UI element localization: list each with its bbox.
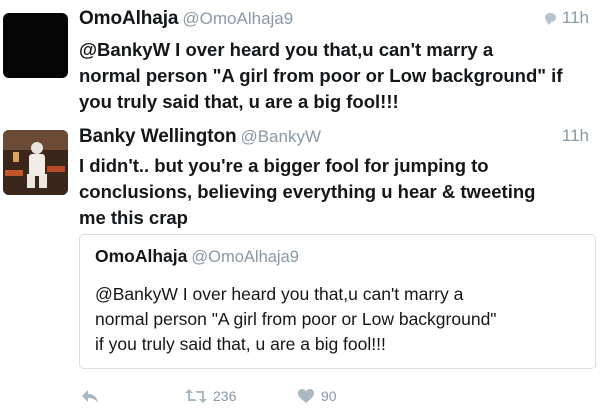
display-name[interactable]: Banky Wellington bbox=[79, 126, 237, 147]
reply-icon bbox=[82, 390, 98, 403]
retweet-count: 236 bbox=[213, 388, 237, 404]
heart-icon bbox=[298, 389, 314, 403]
quoted-display-name: OmoAlhaja bbox=[95, 246, 188, 266]
tweet-bankyw[interactable]: Banky Wellington @BankyW 11h I didn't.. b… bbox=[0, 0, 601, 411]
retweet-button[interactable]: 236 bbox=[185, 388, 236, 404]
like-button[interactable]: 90 bbox=[297, 388, 337, 404]
user-handle[interactable]: @BankyW bbox=[240, 127, 321, 146]
quoted-user-handle: @OmoAlhaja9 bbox=[191, 248, 299, 266]
reply-button[interactable] bbox=[81, 388, 99, 404]
avatar-photo-icon bbox=[3, 130, 68, 195]
quoted-tweet-header: OmoAlhaja @OmoAlhaja9 bbox=[95, 246, 299, 267]
retweet-icon bbox=[185, 389, 207, 403]
quoted-tweet-text: @BankyW I over heard you that,u can't ma… bbox=[95, 284, 497, 354]
like-count: 90 bbox=[321, 388, 337, 404]
quoted-tweet[interactable]: OmoAlhaja @OmoAlhaja9 @BankyW I over hear… bbox=[79, 234, 596, 369]
tweet-time[interactable]: 11h bbox=[562, 126, 589, 146]
tweet-actions: 236 90 bbox=[79, 388, 479, 410]
tweet-header: Banky Wellington @BankyW 11h bbox=[79, 126, 589, 148]
user-avatar[interactable] bbox=[3, 130, 68, 195]
tweet-text: I didn't.. but you're a bigger fool for … bbox=[79, 155, 536, 228]
